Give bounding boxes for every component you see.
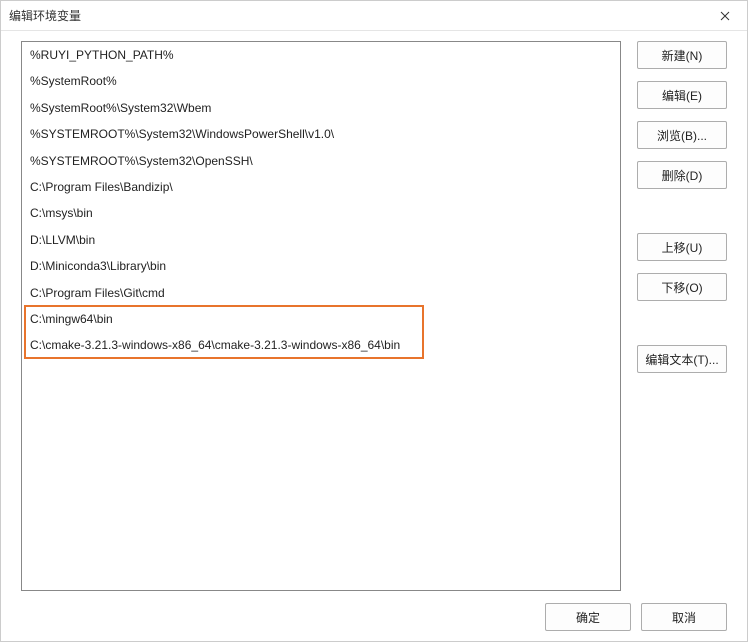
window-title: 编辑环境变量 [9,7,81,24]
ok-button[interactable]: 确定 [545,603,631,631]
content-area: %RUYI_PYTHON_PATH%%SystemRoot%%SystemRoo… [21,41,727,591]
cancel-button[interactable]: 取消 [641,603,727,631]
list-item[interactable]: %SYSTEMROOT%\System32\OpenSSH\ [22,148,620,174]
edit-button[interactable]: 编辑(E) [637,81,727,109]
list-item[interactable]: D:\Miniconda3\Library\bin [22,253,620,279]
list-item[interactable]: C:\cmake-3.21.3-windows-x86_64\cmake-3.2… [22,332,620,358]
list-item[interactable]: %SystemRoot%\System32\Wbem [22,95,620,121]
titlebar: 编辑环境变量 [1,1,747,31]
move-up-button[interactable]: 上移(U) [637,233,727,261]
list-item[interactable]: D:\LLVM\bin [22,227,620,253]
path-listbox[interactable]: %RUYI_PYTHON_PATH%%SystemRoot%%SystemRoo… [21,41,621,591]
list-item[interactable]: C:\Program Files\Bandizip\ [22,174,620,200]
close-icon[interactable] [702,1,747,31]
browse-button[interactable]: 浏览(B)... [637,121,727,149]
list-item[interactable]: %RUYI_PYTHON_PATH% [22,42,620,68]
list-item[interactable]: C:\msys\bin [22,200,620,226]
new-button[interactable]: 新建(N) [637,41,727,69]
edit-text-button[interactable]: 编辑文本(T)... [637,345,727,373]
list-item[interactable]: C:\Program Files\Git\cmd [22,280,620,306]
list-item[interactable]: C:\mingw64\bin [22,306,620,332]
move-down-button[interactable]: 下移(O) [637,273,727,301]
side-buttons: 新建(N) 编辑(E) 浏览(B)... 删除(D) 上移(U) 下移(O) 编… [637,41,727,591]
list-item[interactable]: %SYSTEMROOT%\System32\WindowsPowerShell\… [22,121,620,147]
dialog-footer: 确定 取消 [545,603,727,631]
delete-button[interactable]: 删除(D) [637,161,727,189]
list-item[interactable]: %SystemRoot% [22,68,620,94]
